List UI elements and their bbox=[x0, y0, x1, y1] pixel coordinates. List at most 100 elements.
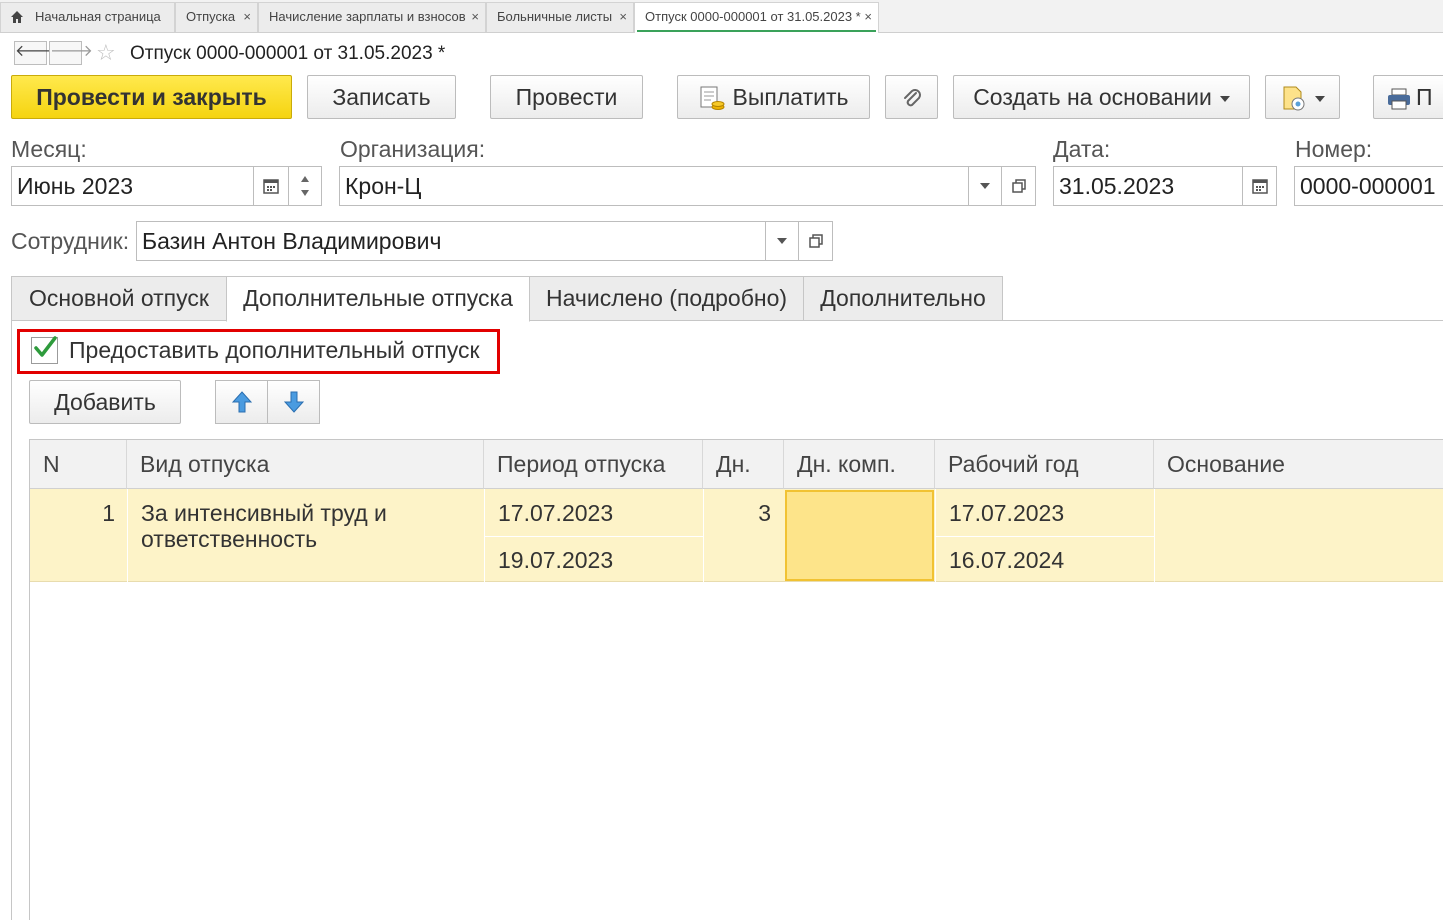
leave-days[interactable]: 3 bbox=[703, 500, 771, 527]
tab-label: Отпуск 0000-000001 от 31.05.2023 * bbox=[645, 9, 861, 24]
employee-open-button[interactable] bbox=[798, 221, 833, 261]
chevron-down-icon bbox=[980, 183, 990, 189]
chevron-up-icon bbox=[301, 176, 309, 182]
tab-panel-border-left bbox=[11, 320, 12, 920]
print-button[interactable]: П bbox=[1373, 75, 1443, 119]
cell-separator bbox=[935, 536, 1154, 537]
tab-label: Отпуска bbox=[186, 9, 236, 24]
chevron-down-icon bbox=[301, 190, 309, 196]
printer-icon bbox=[1388, 88, 1410, 110]
leave-kind-line2[interactable]: ответственность bbox=[141, 526, 317, 553]
employee-value: Базин Антон Владимирович bbox=[142, 228, 442, 254]
month-label: Месяц: bbox=[11, 136, 87, 162]
number-label: Номер: bbox=[1295, 136, 1373, 162]
pay-button[interactable]: Выплатить bbox=[677, 75, 870, 119]
column-separator bbox=[127, 489, 128, 582]
paperclip-icon bbox=[903, 88, 921, 107]
create-based-on-button[interactable]: Создать на основании bbox=[953, 75, 1250, 119]
checkmark-icon bbox=[34, 336, 57, 357]
move-down-button[interactable] bbox=[267, 380, 320, 424]
arrow-up-icon bbox=[231, 391, 252, 413]
forward-button[interactable]: 🡒 bbox=[49, 41, 93, 65]
organization-label: Организация: bbox=[340, 136, 486, 162]
calendar-icon bbox=[1251, 179, 1268, 194]
grant-additional-leave-label[interactable]: Предоставить дополнительный отпуск bbox=[69, 336, 480, 364]
employee-dropdown-button[interactable] bbox=[765, 221, 799, 261]
chevron-down-icon bbox=[777, 238, 787, 244]
leave-period-to[interactable]: 19.07.2023 bbox=[498, 547, 613, 574]
tab-additional[interactable]: Дополнительно bbox=[803, 276, 1003, 321]
column-header-leave-kind[interactable]: Вид отпуска bbox=[127, 440, 484, 489]
close-icon[interactable]: × bbox=[864, 3, 872, 31]
date-label: Дата: bbox=[1053, 136, 1111, 162]
document-settings-icon bbox=[1283, 86, 1304, 111]
close-icon[interactable]: × bbox=[619, 3, 627, 31]
date-input[interactable]: 31.05.2023 bbox=[1053, 166, 1243, 206]
create-based-on-label: Создать на основании bbox=[973, 84, 1212, 110]
chevron-down-icon bbox=[1314, 95, 1325, 102]
page-title: Отпуск 0000-000001 от 31.05.2023 * bbox=[130, 43, 446, 64]
number-input[interactable]: 0000-000001 bbox=[1294, 166, 1443, 206]
calendar-icon bbox=[263, 179, 279, 194]
cell-separator bbox=[484, 536, 703, 537]
column-header-basis[interactable]: Основание bbox=[1154, 440, 1443, 489]
active-tab-indicator bbox=[637, 30, 876, 32]
row-number: 1 bbox=[102, 500, 115, 526]
column-header-n[interactable]: N bbox=[30, 440, 127, 489]
column-header-leave-period[interactable]: Период отпуска bbox=[484, 440, 703, 489]
post-button[interactable]: Провести bbox=[490, 75, 643, 119]
column-separator bbox=[1154, 489, 1155, 582]
number-value: 0000-000001 bbox=[1300, 173, 1436, 199]
payment-document-icon bbox=[700, 86, 725, 110]
post-and-close-button[interactable]: Провести и закрыть bbox=[11, 75, 292, 119]
tab-home[interactable]: Начальная страница bbox=[0, 2, 175, 32]
organization-open-button[interactable] bbox=[1001, 166, 1036, 206]
back-button[interactable]: 🡐 bbox=[14, 41, 58, 65]
leave-kind-line1[interactable]: За интенсивный труд и bbox=[141, 500, 387, 527]
tab-label: Начисление зарплаты и взносов bbox=[269, 9, 466, 24]
favorite-star-icon[interactable]: ☆ bbox=[96, 40, 116, 66]
tab-payroll[interactable]: Начисление зарплаты и взносов × bbox=[258, 2, 486, 32]
work-year-to[interactable]: 16.07.2024 bbox=[949, 547, 1064, 574]
month-value: Июнь 2023 bbox=[17, 173, 134, 199]
date-value: 31.05.2023 bbox=[1059, 173, 1175, 199]
organization-dropdown-button[interactable] bbox=[968, 166, 1002, 206]
additional-leaves-table[interactable]: N Вид отпуска Период отпуска Дн. Дн. ком… bbox=[29, 439, 1443, 920]
tab-sick-leaves[interactable]: Больничные листы × bbox=[486, 2, 634, 32]
add-row-button[interactable]: Добавить bbox=[29, 380, 181, 424]
arrow-right-icon: 🡒 bbox=[50, 43, 93, 60]
attach-button[interactable] bbox=[885, 75, 938, 119]
tab-vacation-document[interactable]: Отпуск 0000-000001 от 31.05.2023 * × bbox=[634, 2, 879, 33]
column-header-days[interactable]: Дн. bbox=[703, 440, 784, 489]
organization-value: Крон-Ц bbox=[345, 173, 422, 199]
arrow-down-icon bbox=[283, 391, 304, 413]
leave-period-from[interactable]: 17.07.2023 bbox=[498, 500, 613, 527]
date-calendar-button[interactable] bbox=[1242, 166, 1277, 206]
month-calendar-button[interactable] bbox=[253, 166, 289, 206]
open-form-icon bbox=[1011, 179, 1026, 193]
open-form-icon bbox=[808, 234, 823, 248]
employee-input[interactable]: Базин Антон Владимирович bbox=[136, 221, 766, 261]
home-icon bbox=[11, 11, 23, 23]
grant-additional-leave-checkbox[interactable] bbox=[31, 336, 58, 364]
column-header-work-year[interactable]: Рабочий год bbox=[935, 440, 1154, 489]
month-input[interactable]: Июнь 2023 bbox=[11, 166, 254, 206]
month-stepper[interactable] bbox=[288, 166, 322, 206]
comp-days-cell[interactable] bbox=[785, 490, 934, 581]
chevron-down-icon bbox=[1219, 95, 1230, 102]
employee-label: Сотрудник: bbox=[11, 228, 130, 254]
tab-accrued-detailed[interactable]: Начислено (подробно) bbox=[529, 276, 804, 321]
window-tabs: Начальная страница Отпуска × Начисление … bbox=[0, 0, 1443, 33]
close-icon[interactable]: × bbox=[243, 3, 251, 31]
tab-label: Начальная страница bbox=[35, 9, 161, 24]
save-button[interactable]: Записать bbox=[307, 75, 456, 119]
move-up-button[interactable] bbox=[215, 380, 268, 424]
column-header-comp-days[interactable]: Дн. комп. bbox=[784, 440, 935, 489]
tab-additional-leaves[interactable]: Дополнительные отпуска bbox=[226, 276, 530, 322]
work-year-from[interactable]: 17.07.2023 bbox=[949, 500, 1064, 527]
reports-menu-button[interactable] bbox=[1265, 75, 1340, 119]
close-icon[interactable]: × bbox=[471, 3, 479, 31]
organization-input[interactable]: Крон-Ц bbox=[339, 166, 969, 206]
tab-main-leave[interactable]: Основной отпуск bbox=[11, 276, 227, 321]
tab-vacations[interactable]: Отпуска × bbox=[175, 2, 258, 32]
